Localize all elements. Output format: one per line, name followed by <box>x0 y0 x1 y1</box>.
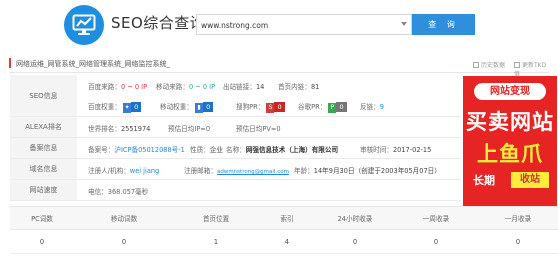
stats-header-cell: 首页位置 <box>202 215 230 223</box>
title-bar: 网络运维_网管系统_网络管理系统_网络监控系统_ 历史数据 更新TKD值 <box>9 55 549 78</box>
monitor-chart-icon <box>72 14 96 35</box>
backlinks-link[interactable]: 9 <box>380 103 384 111</box>
sogou-icon: S <box>266 103 275 113</box>
domain-row: 域名信息 注册人/机构：wei jiang 注册邮箱：adwmnstrong@g… <box>10 159 461 180</box>
ad-tag: 网站变现 <box>474 83 546 100</box>
ad-bottom: 长期 收站 <box>469 172 551 188</box>
beian-number-link[interactable]: 沪ICP备05012088号-1 <box>114 146 184 154</box>
beian-number: 备案号：沪ICP备05012088号-1 <box>88 146 185 154</box>
logo <box>64 5 104 45</box>
search-box[interactable] <box>196 14 412 35</box>
stats-header-cell: 移动词数 <box>110 215 138 223</box>
google-pr: 谷歌PR： P0 <box>298 101 347 113</box>
google-icon: P <box>328 103 337 113</box>
speed-row: 网站速度 电信：368.057毫秒 <box>10 180 461 201</box>
sogou-pr-badge[interactable]: S0 <box>266 102 285 113</box>
beian-date: 审核时间：2017-02-15 <box>360 146 432 154</box>
stats-value-cell: 1 <box>213 238 219 246</box>
ad-buy: 收站 <box>511 172 549 188</box>
mobile-weight-badge[interactable]: ▮ 0 <box>195 102 214 113</box>
stats-value-cell: 0 <box>121 238 127 246</box>
stats-header-cell: 一周收录 <box>422 215 450 223</box>
mobile-source: 移动来路：0 ~ 0 IP <box>156 83 216 91</box>
stats-header-cell: PC词数 <box>31 215 53 223</box>
beian-name: 名称：网强信息技术（上海）有限公司 <box>226 146 339 154</box>
mobile-icon: ▮ <box>195 103 204 113</box>
ad-brand: 上鱼爪 <box>477 142 543 166</box>
sogou-pr: 搜狗PR： S0 <box>236 101 285 113</box>
stats-header-row: PC词数 移动词数 首页位置 索引 24小时收录 一周收录 一月收录 <box>10 206 558 230</box>
domain-age: 年龄：14年9月30日（创建于2003年05月07日） <box>294 167 441 175</box>
google-pr-badge[interactable]: P0 <box>328 102 347 113</box>
stats-header-cell: 索引 <box>280 215 294 223</box>
pc-source: 百度来路：0 ~ 0 IP <box>88 83 148 91</box>
header: SEO综合查询 查 询 <box>0 0 558 46</box>
dropdown-arrow-icon[interactable] <box>401 22 407 26</box>
stats-value-cell: 0 <box>515 238 521 246</box>
accent-marker <box>9 58 11 68</box>
registrant-link[interactable]: wei jiang <box>130 167 159 175</box>
speed-value: 电信：368.057毫秒 <box>88 188 149 196</box>
domain-label: 域名信息 <box>10 159 77 179</box>
alexa-row: ALEXA排名 世界排名：2551974 预估日均IP≈0 预估日均PV≈0 <box>10 117 461 138</box>
stats-value-row: 0 0 1 4 0 0 0 <box>10 230 558 254</box>
seo-label: SEO信息 <box>10 75 77 116</box>
speed-label: 网站速度 <box>10 180 77 200</box>
alexa-label: ALEXA排名 <box>10 117 77 137</box>
stats-header-cell: 一月收录 <box>504 215 532 223</box>
stats-table: PC词数 移动词数 首页位置 索引 24小时收录 一周收录 一月收录 0 0 1… <box>10 206 558 254</box>
stats-value-cell: 4 <box>284 238 290 246</box>
email-link[interactable]: adwmnstrong@gmail.com <box>217 169 289 175</box>
seo-row: SEO信息 百度来路：0 ~ 0 IP 移动来路：0 ~ 0 IP 出站链接：1… <box>10 75 461 117</box>
registrant: 注册人/机构：wei jiang <box>88 167 160 175</box>
stats-header-cell: 24小时收录 <box>337 215 373 223</box>
info-table: SEO信息 百度来路：0 ~ 0 IP 移动来路：0 ~ 0 IP 出站链接：1… <box>10 75 461 201</box>
ad-long-term: 长期 <box>473 174 495 187</box>
ad-headline: 买卖网站 <box>466 110 554 134</box>
history-data-link[interactable]: 历史数据 <box>473 60 505 69</box>
stats-value-cell: 0 <box>433 238 439 246</box>
baidu-paw-icon: ✦ <box>123 103 132 113</box>
world-rank: 世界排名：2551974 <box>88 125 151 133</box>
backlinks: 反链：9 <box>360 103 384 111</box>
beian-row: 备案信息 备案号：沪ICP备05012088号-1 性质：企业 名称：网强信息技… <box>10 138 461 159</box>
refresh-icon <box>514 62 520 68</box>
outlinks: 出站链接：14 <box>223 83 265 91</box>
registrant-email: 注册邮箱：adwmnstrong@gmail.com <box>184 167 289 175</box>
history-icon <box>473 62 479 68</box>
baidu-weight: 百度权重： ✦ 0 <box>88 101 142 113</box>
app-title: SEO综合查询 <box>111 14 206 32</box>
beian-nature: 性质：企业 <box>190 146 223 154</box>
baidu-weight-badge[interactable]: ✦ 0 <box>123 102 142 113</box>
stats-value-cell: 0 <box>39 238 45 246</box>
daily-pv: 预估日均PV≈0 <box>236 125 281 133</box>
query-button[interactable]: 查 询 <box>412 14 475 35</box>
site-title-breadcrumb: 网络运维_网管系统_网络管理系统_网络监控系统_ <box>16 60 170 68</box>
mobile-weight: 移动权重： ▮ 0 <box>160 101 214 113</box>
stats-value-cell: 0 <box>352 238 358 246</box>
home-inner-links: 首页内链：81 <box>278 83 320 91</box>
daily-ip: 预估日均IP≈0 <box>168 125 211 133</box>
ad-banner[interactable]: 网站变现 买卖网站 上鱼爪 长期 收站 <box>463 76 557 207</box>
beian-label: 备案信息 <box>10 138 77 158</box>
search-input[interactable] <box>201 18 391 32</box>
